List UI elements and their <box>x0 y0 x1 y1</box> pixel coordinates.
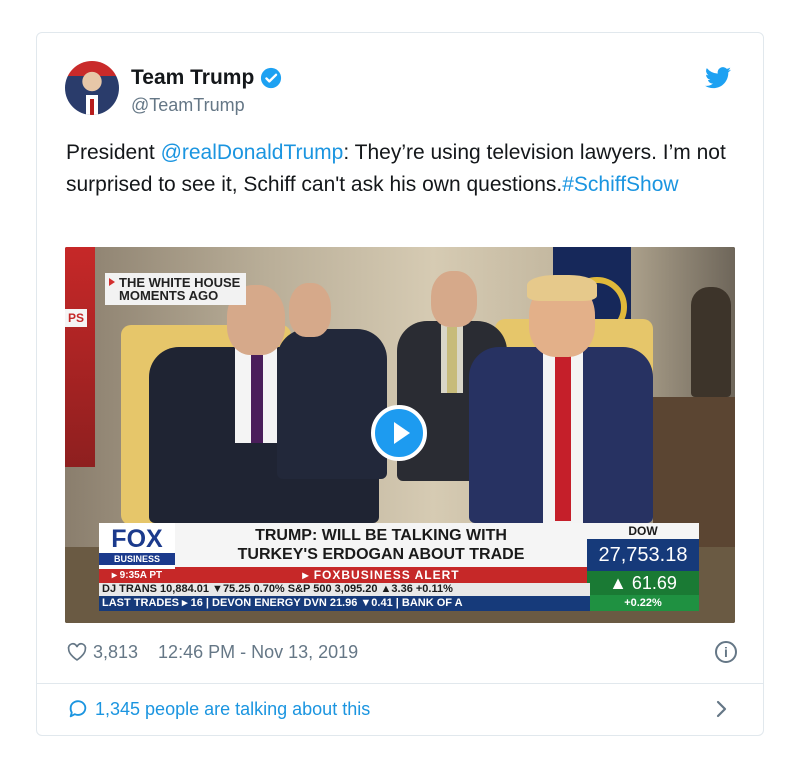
heart-icon[interactable] <box>67 642 87 662</box>
like-count[interactable]: 3,813 <box>93 642 138 663</box>
dow-label: DOW <box>587 523 699 539</box>
network-logo-sub: BUSINESS <box>99 553 175 565</box>
conversation-link[interactable]: 1,345 people are talking about this <box>67 697 370 721</box>
tweet-meta: 3,813 12:46 PM - Nov 13, 2019 i <box>67 639 737 665</box>
chyron-line1: TRUMP: WILL BE TALKING WITH <box>255 527 507 544</box>
conversation-text[interactable]: 1,345 people are talking about this <box>95 699 370 720</box>
hashtag-link[interactable]: #SchiffShow <box>562 173 678 196</box>
network-logo-text: FOX <box>111 525 163 553</box>
person-interpreter-tie <box>447 327 457 393</box>
comment-bubble-icon <box>69 700 87 718</box>
chyron-line2: TURKEY'S ERDOGAN ABOUT TRADE <box>237 546 525 563</box>
avatar[interactable] <box>65 61 119 115</box>
person-right-tie <box>555 355 571 521</box>
person-interpreter-head <box>431 271 477 327</box>
author-name[interactable]: Team Trump <box>131 66 254 90</box>
dow-pct: +0.22% <box>587 595 699 611</box>
tweet-text-prefix: President <box>66 141 161 164</box>
network-time: ▸ 9:35A PT <box>99 569 175 583</box>
source-tag: THE WHITE HOUSE MOMENTS AGO <box>105 273 247 305</box>
dow-change: ▲ 61.69 <box>587 571 699 595</box>
divider <box>37 683 763 684</box>
verified-badge-icon <box>261 67 282 89</box>
chyron-alert: ▸ FOXBUSINESS ALERT <box>175 567 587 583</box>
video-player[interactable]: THE WHITE HOUSE MOMENTS AGO PS FOX BUSIN… <box>65 247 735 623</box>
person-left-tie <box>251 355 263 443</box>
author-name-row[interactable]: Team Trump <box>131 66 282 90</box>
person-background-suit <box>277 329 387 479</box>
tweet-embed-card: Team Trump @TeamTrump President @realDon… <box>36 32 764 736</box>
person-right-hair <box>527 275 597 301</box>
tweet-timestamp[interactable]: 12:46 PM - Nov 13, 2019 <box>158 642 358 663</box>
dow-value: 27,753.18 <box>587 539 699 571</box>
tweet-text: President @realDonaldTrump: They’re usin… <box>66 137 746 201</box>
info-icon[interactable]: i <box>715 641 737 663</box>
flag-left <box>65 247 95 467</box>
dow-box: DOW 27,753.18 ▲ 61.69 +0.22% <box>587 523 699 611</box>
twitter-bird-icon[interactable] <box>705 67 731 89</box>
bust-statue <box>691 287 731 397</box>
author-handle[interactable]: @TeamTrump <box>131 95 245 116</box>
network-logo: FOX BUSINESS <box>99 523 175 569</box>
mention-link[interactable]: @realDonaldTrump <box>161 141 344 164</box>
source-tag-line2: MOMENTS AGO <box>119 288 219 303</box>
person-background-head <box>289 283 331 337</box>
play-button[interactable] <box>371 405 427 461</box>
avatar-tie <box>90 99 94 115</box>
ticker-line2: LAST TRADES ▸ 16 | DEVON ENERGY DVN 21.9… <box>99 596 590 611</box>
ticker-line1: DJ TRANS 10,884.01 ▼75.25 0.70% S&P 500 … <box>99 583 590 596</box>
chevron-right-icon[interactable] <box>715 699 729 719</box>
chyron-headline: TRUMP: WILL BE TALKING WITH TURKEY'S ERD… <box>175 523 587 567</box>
side-tag: PS <box>65 309 88 327</box>
